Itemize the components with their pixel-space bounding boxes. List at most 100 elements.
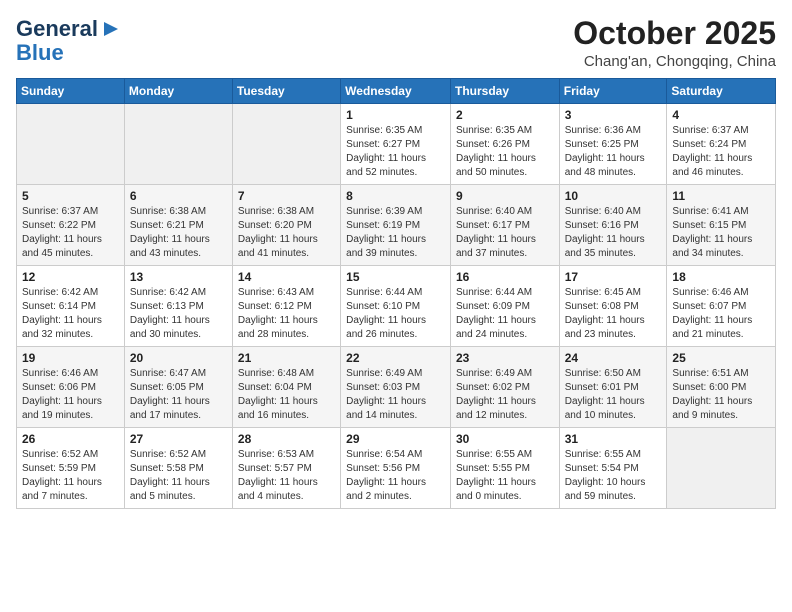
week-row-2: 5 Sunrise: 6:37 AM Sunset: 6:22 PM Daylig… xyxy=(17,185,776,266)
header: General Blue October 2025 Chang'an, Chon… xyxy=(16,16,776,70)
day-number: 11 xyxy=(672,189,770,203)
calendar-page: General Blue October 2025 Chang'an, Chon… xyxy=(0,0,792,612)
day-number: 23 xyxy=(456,351,554,365)
day-info: Sunrise: 6:37 AM Sunset: 6:22 PM Dayligh… xyxy=(22,205,119,261)
logo-text: General xyxy=(16,16,122,42)
day-cell: 25 Sunrise: 6:51 AM Sunset: 6:00 PM Dayli… xyxy=(667,347,776,428)
day-cell: 2Sunrise: 6:35 AM Sunset: 6:26 PM Daylig… xyxy=(450,104,559,185)
day-cell: 3 Sunrise: 6:36 AM Sunset: 6:25 PM Daylig… xyxy=(559,104,667,185)
day-cell xyxy=(17,104,125,185)
day-number: 21 xyxy=(238,351,335,365)
day-number: 14 xyxy=(238,270,335,284)
day-info: Sunrise: 6:54 AM Sunset: 5:56 PM Dayligh… xyxy=(346,448,445,504)
day-cell xyxy=(232,104,340,185)
month-title: October 2025 xyxy=(573,16,776,51)
week-row-5: 26 Sunrise: 6:52 AM Sunset: 5:59 PM Dayli… xyxy=(17,428,776,509)
weekday-tuesday: Tuesday xyxy=(232,79,340,104)
calendar-table: SundayMondayTuesdayWednesdayThursdayFrid… xyxy=(16,78,776,509)
weekday-wednesday: Wednesday xyxy=(341,79,451,104)
day-cell: 11 Sunrise: 6:41 AM Sunset: 6:15 PM Dayli… xyxy=(667,185,776,266)
day-info: Sunrise: 6:35 AM Sunset: 6:26 PM Dayligh… xyxy=(456,124,554,180)
day-info: Sunrise: 6:38 AM Sunset: 6:20 PM Dayligh… xyxy=(238,205,335,261)
day-info: Sunrise: 6:49 AM Sunset: 6:02 PM Dayligh… xyxy=(456,367,554,423)
day-info: Sunrise: 6:50 AM Sunset: 6:01 PM Dayligh… xyxy=(565,367,662,423)
day-info: Sunrise: 6:55 AM Sunset: 5:55 PM Dayligh… xyxy=(456,448,554,504)
location: Chang'an, Chongqing, China xyxy=(573,53,776,70)
day-cell: 16 Sunrise: 6:44 AM Sunset: 6:09 PM Dayli… xyxy=(450,266,559,347)
title-block: October 2025 Chang'an, Chongqing, China xyxy=(573,16,776,70)
day-info: Sunrise: 6:42 AM Sunset: 6:14 PM Dayligh… xyxy=(22,286,119,342)
day-cell: 21 Sunrise: 6:48 AM Sunset: 6:04 PM Dayli… xyxy=(232,347,340,428)
day-cell: 26 Sunrise: 6:52 AM Sunset: 5:59 PM Dayli… xyxy=(17,428,125,509)
day-info: Sunrise: 6:52 AM Sunset: 5:59 PM Dayligh… xyxy=(22,448,119,504)
week-row-3: 12Sunrise: 6:42 AM Sunset: 6:14 PM Dayli… xyxy=(17,266,776,347)
day-info: Sunrise: 6:45 AM Sunset: 6:08 PM Dayligh… xyxy=(565,286,662,342)
day-info: Sunrise: 6:41 AM Sunset: 6:15 PM Dayligh… xyxy=(672,205,770,261)
day-number: 28 xyxy=(238,432,335,446)
day-cell xyxy=(667,428,776,509)
day-info: Sunrise: 6:46 AM Sunset: 6:07 PM Dayligh… xyxy=(672,286,770,342)
day-cell: 30 Sunrise: 6:55 AM Sunset: 5:55 PM Dayli… xyxy=(450,428,559,509)
day-number: 15 xyxy=(346,270,445,284)
day-info: Sunrise: 6:37 AM Sunset: 6:24 PM Dayligh… xyxy=(672,124,770,180)
day-number: 13 xyxy=(130,270,227,284)
day-cell: 17Sunrise: 6:45 AM Sunset: 6:08 PM Dayli… xyxy=(559,266,667,347)
weekday-thursday: Thursday xyxy=(450,79,559,104)
day-number: 6 xyxy=(130,189,227,203)
day-cell: 23 Sunrise: 6:49 AM Sunset: 6:02 PM Dayli… xyxy=(450,347,559,428)
day-number: 1 xyxy=(346,108,445,122)
day-info: Sunrise: 6:44 AM Sunset: 6:09 PM Dayligh… xyxy=(456,286,554,342)
day-number: 26 xyxy=(22,432,119,446)
day-number: 18 xyxy=(672,270,770,284)
weekday-friday: Friday xyxy=(559,79,667,104)
day-cell: 24 Sunrise: 6:50 AM Sunset: 6:01 PM Dayli… xyxy=(559,347,667,428)
weekday-sunday: Sunday xyxy=(17,79,125,104)
day-number: 16 xyxy=(456,270,554,284)
day-info: Sunrise: 6:43 AM Sunset: 6:12 PM Dayligh… xyxy=(238,286,335,342)
day-info: Sunrise: 6:53 AM Sunset: 5:57 PM Dayligh… xyxy=(238,448,335,504)
logo-general: General xyxy=(16,16,98,42)
day-info: Sunrise: 6:40 AM Sunset: 6:17 PM Dayligh… xyxy=(456,205,554,261)
day-info: Sunrise: 6:40 AM Sunset: 6:16 PM Dayligh… xyxy=(565,205,662,261)
day-cell: 6 Sunrise: 6:38 AM Sunset: 6:21 PM Daylig… xyxy=(124,185,232,266)
weekday-saturday: Saturday xyxy=(667,79,776,104)
weekday-header-row: SundayMondayTuesdayWednesdayThursdayFrid… xyxy=(17,79,776,104)
week-row-4: 19Sunrise: 6:46 AM Sunset: 6:06 PM Dayli… xyxy=(17,347,776,428)
day-info: Sunrise: 6:51 AM Sunset: 6:00 PM Dayligh… xyxy=(672,367,770,423)
day-info: Sunrise: 6:55 AM Sunset: 5:54 PM Dayligh… xyxy=(565,448,662,504)
day-number: 31 xyxy=(565,432,662,446)
day-number: 24 xyxy=(565,351,662,365)
day-cell: 28 Sunrise: 6:53 AM Sunset: 5:57 PM Dayli… xyxy=(232,428,340,509)
day-number: 4 xyxy=(672,108,770,122)
day-number: 7 xyxy=(238,189,335,203)
day-cell: 15 Sunrise: 6:44 AM Sunset: 6:10 PM Dayli… xyxy=(341,266,451,347)
day-number: 29 xyxy=(346,432,445,446)
logo-blue: Blue xyxy=(16,42,64,64)
day-cell: 20Sunrise: 6:47 AM Sunset: 6:05 PM Dayli… xyxy=(124,347,232,428)
day-number: 3 xyxy=(565,108,662,122)
day-number: 5 xyxy=(22,189,119,203)
day-info: Sunrise: 6:49 AM Sunset: 6:03 PM Dayligh… xyxy=(346,367,445,423)
day-number: 10 xyxy=(565,189,662,203)
logo: General Blue xyxy=(16,16,122,64)
day-info: Sunrise: 6:42 AM Sunset: 6:13 PM Dayligh… xyxy=(130,286,227,342)
day-info: Sunrise: 6:44 AM Sunset: 6:10 PM Dayligh… xyxy=(346,286,445,342)
day-number: 8 xyxy=(346,189,445,203)
day-info: Sunrise: 6:36 AM Sunset: 6:25 PM Dayligh… xyxy=(565,124,662,180)
day-number: 25 xyxy=(672,351,770,365)
day-cell: 19Sunrise: 6:46 AM Sunset: 6:06 PM Dayli… xyxy=(17,347,125,428)
day-cell: 5 Sunrise: 6:37 AM Sunset: 6:22 PM Daylig… xyxy=(17,185,125,266)
day-number: 27 xyxy=(130,432,227,446)
logo-icon xyxy=(100,18,122,40)
day-number: 22 xyxy=(346,351,445,365)
week-row-1: 1 Sunrise: 6:35 AM Sunset: 6:27 PM Daylig… xyxy=(17,104,776,185)
day-info: Sunrise: 6:48 AM Sunset: 6:04 PM Dayligh… xyxy=(238,367,335,423)
day-cell: 7 Sunrise: 6:38 AM Sunset: 6:20 PM Daylig… xyxy=(232,185,340,266)
day-cell: 4 Sunrise: 6:37 AM Sunset: 6:24 PM Daylig… xyxy=(667,104,776,185)
day-cell: 18 Sunrise: 6:46 AM Sunset: 6:07 PM Dayli… xyxy=(667,266,776,347)
day-info: Sunrise: 6:38 AM Sunset: 6:21 PM Dayligh… xyxy=(130,205,227,261)
day-info: Sunrise: 6:35 AM Sunset: 6:27 PM Dayligh… xyxy=(346,124,445,180)
day-number: 30 xyxy=(456,432,554,446)
day-number: 20 xyxy=(130,351,227,365)
day-number: 19 xyxy=(22,351,119,365)
